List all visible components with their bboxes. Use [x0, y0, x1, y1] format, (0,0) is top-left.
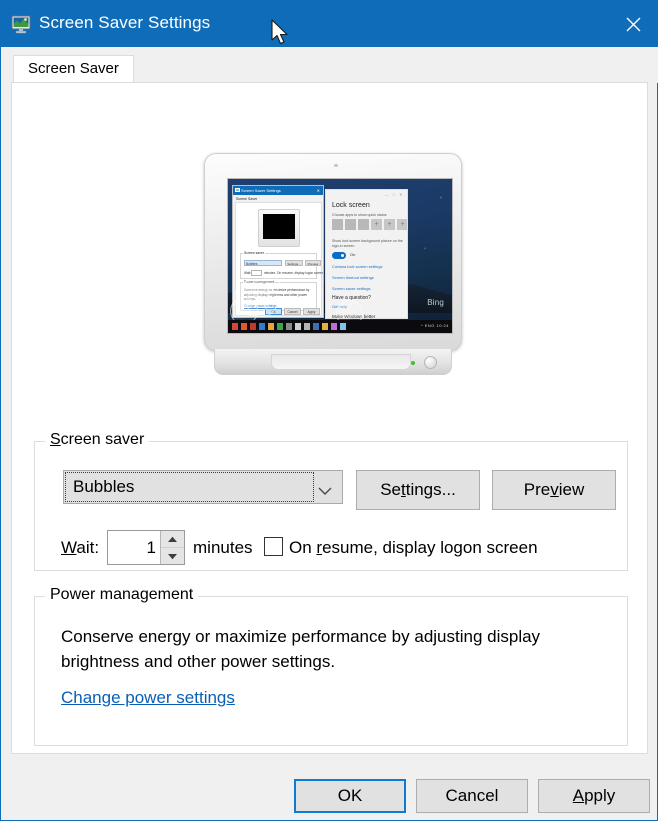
monitor-bezel: Bing — □ ✕ Lock screen Choose apps to sh… [204, 153, 462, 351]
preview-inner-monitor-icon [235, 188, 240, 192]
taskbar-icon [304, 323, 310, 330]
wait-minutes-stepper[interactable]: 1 [107, 530, 185, 565]
preview-inner-apply-button: Apply [303, 308, 320, 315]
preview-quick-status-apps [332, 219, 407, 230]
preview-inner-group-screensaver: Screen saver Bubbles Settings... Preview… [240, 251, 323, 279]
preview-inner-title: Screen Saver Settings [241, 187, 281, 193]
stepper-buttons[interactable] [160, 531, 184, 564]
tab-screen-saver[interactable]: Screen Saver [13, 55, 134, 83]
taskbar-icon [331, 323, 337, 330]
preview-toggle-state: On [350, 252, 356, 257]
preview-app-tile [332, 219, 343, 230]
taskbar-icon [340, 323, 346, 330]
change-power-settings-link[interactable]: Change power settings [61, 688, 235, 708]
screen-saver-select-value: Bubbles [73, 477, 135, 496]
settings-button[interactable]: Settings... [356, 470, 480, 510]
preview-link-cortana: Cortana lock screen settings [332, 264, 383, 269]
preview-lock-screen-subtitle: Choose apps to show quick status [332, 213, 387, 217]
taskbar-icon [250, 323, 256, 330]
preview-app-tile [345, 219, 356, 230]
caret-up-icon[interactable] [161, 531, 184, 548]
screen-saver-groupbox: Screen saver Bubbles Settings... Preview… [34, 431, 628, 571]
window-title: Screen Saver Settings [39, 13, 211, 32]
preview-link-screensaver: Screen saver settings [332, 286, 371, 291]
caret-down-icon[interactable] [161, 548, 184, 564]
preview-inner-cancel-button: Cancel [284, 308, 301, 315]
preview-taskbar-icons [232, 323, 346, 330]
preview-button[interactable]: Preview [492, 470, 616, 510]
power-button-icon [424, 356, 437, 369]
preview-lock-screen-pane: — □ ✕ Lock screen Choose apps to show qu… [325, 189, 408, 319]
preview-link-timeout: Screen timeout settings [332, 275, 374, 280]
preview-taskbar: ^ ENG 10:24 [228, 320, 452, 333]
preview-inner-preview-button: Preview [305, 260, 321, 266]
taskbar-icon [322, 323, 328, 330]
preview-inner-monitor [258, 209, 300, 247]
preview-inner-combo: Bubbles [244, 260, 282, 266]
taskbar-icon [277, 323, 283, 330]
taskbar-icon [259, 323, 265, 330]
webcam-dot [334, 164, 338, 167]
preview-system-tray: ^ ENG 10:24 [420, 323, 449, 328]
taskbar-icon [286, 323, 292, 330]
ok-button[interactable]: OK [294, 779, 406, 813]
screen-saver-select[interactable]: Bubbles [63, 470, 343, 504]
title-bar: Screen Saver Settings [1, 1, 657, 47]
preview-app-tile-add [384, 219, 395, 230]
preview-app-tile-add [371, 219, 382, 230]
on-resume-checkbox[interactable] [264, 537, 283, 556]
wait-minutes-value: 1 [146, 538, 156, 557]
power-management-description: Conserve energy or maximize performance … [61, 627, 541, 671]
screen-saver-group-legend: Screen saver [45, 431, 150, 449]
wait-label: Wait: [61, 538, 100, 557]
preview-inner-settings-button: Settings... [285, 260, 303, 266]
monitor-preview: Bing — □ ✕ Lock screen Choose apps to sh… [198, 149, 468, 383]
on-resume-label[interactable]: On resume, display logon screen [289, 538, 538, 558]
chevron-down-icon [318, 483, 332, 501]
tab-strip: Screen Saver [2, 47, 658, 83]
taskbar-icon [241, 323, 247, 330]
preview-toggle-description: Show lock screen background picture on t… [332, 239, 403, 248]
taskbar-icon [232, 323, 238, 330]
power-management-groupbox: Power management Conserve energy or maxi… [34, 586, 628, 746]
close-icon[interactable] [610, 1, 657, 47]
minutes-label: minutes [193, 538, 253, 557]
screen-saver-settings-window: Screen Saver Settings Screen Saver Bing [0, 0, 658, 821]
power-management-group-legend: Power management [45, 586, 199, 604]
preview-inner-wait-spinner [251, 270, 262, 276]
preview-window-controls: — □ ✕ [384, 192, 404, 197]
preview-inner-resume-label: On resume, display logon screen [277, 271, 324, 275]
cancel-button[interactable]: Cancel [416, 779, 528, 813]
taskbar-icon [295, 323, 301, 330]
taskbar-icon [313, 323, 319, 330]
taskbar-icon [268, 323, 274, 330]
preview-app-tile-add [397, 219, 407, 230]
monitor-base-tray [271, 354, 411, 370]
preview-inner-tab: Screen Saver [236, 197, 258, 201]
monitor-screen: Bing — □ ✕ Lock screen Choose apps to sh… [227, 178, 453, 334]
dialog-footer: OK Cancel Apply [1, 754, 657, 820]
preview-toggle-switch [332, 252, 346, 259]
preview-app-tile [358, 219, 369, 230]
monitor-base [214, 349, 452, 375]
preview-inner-group-label: Screen saver [243, 251, 265, 255]
monitor-icon [10, 13, 32, 35]
bing-watermark: Bing [427, 298, 444, 307]
power-led [411, 361, 415, 365]
preview-lock-screen-title: Lock screen [332, 202, 370, 209]
preview-inner-titlebar: Screen Saver Settings ✕ [233, 186, 323, 195]
screensaver-bubble [262, 275, 280, 293]
apply-button[interactable]: Apply [538, 779, 650, 813]
preview-inner-close-icon: ✕ [316, 187, 320, 193]
tab-page-screen-saver: Bing — □ ✕ Lock screen Choose apps to sh… [11, 82, 648, 754]
